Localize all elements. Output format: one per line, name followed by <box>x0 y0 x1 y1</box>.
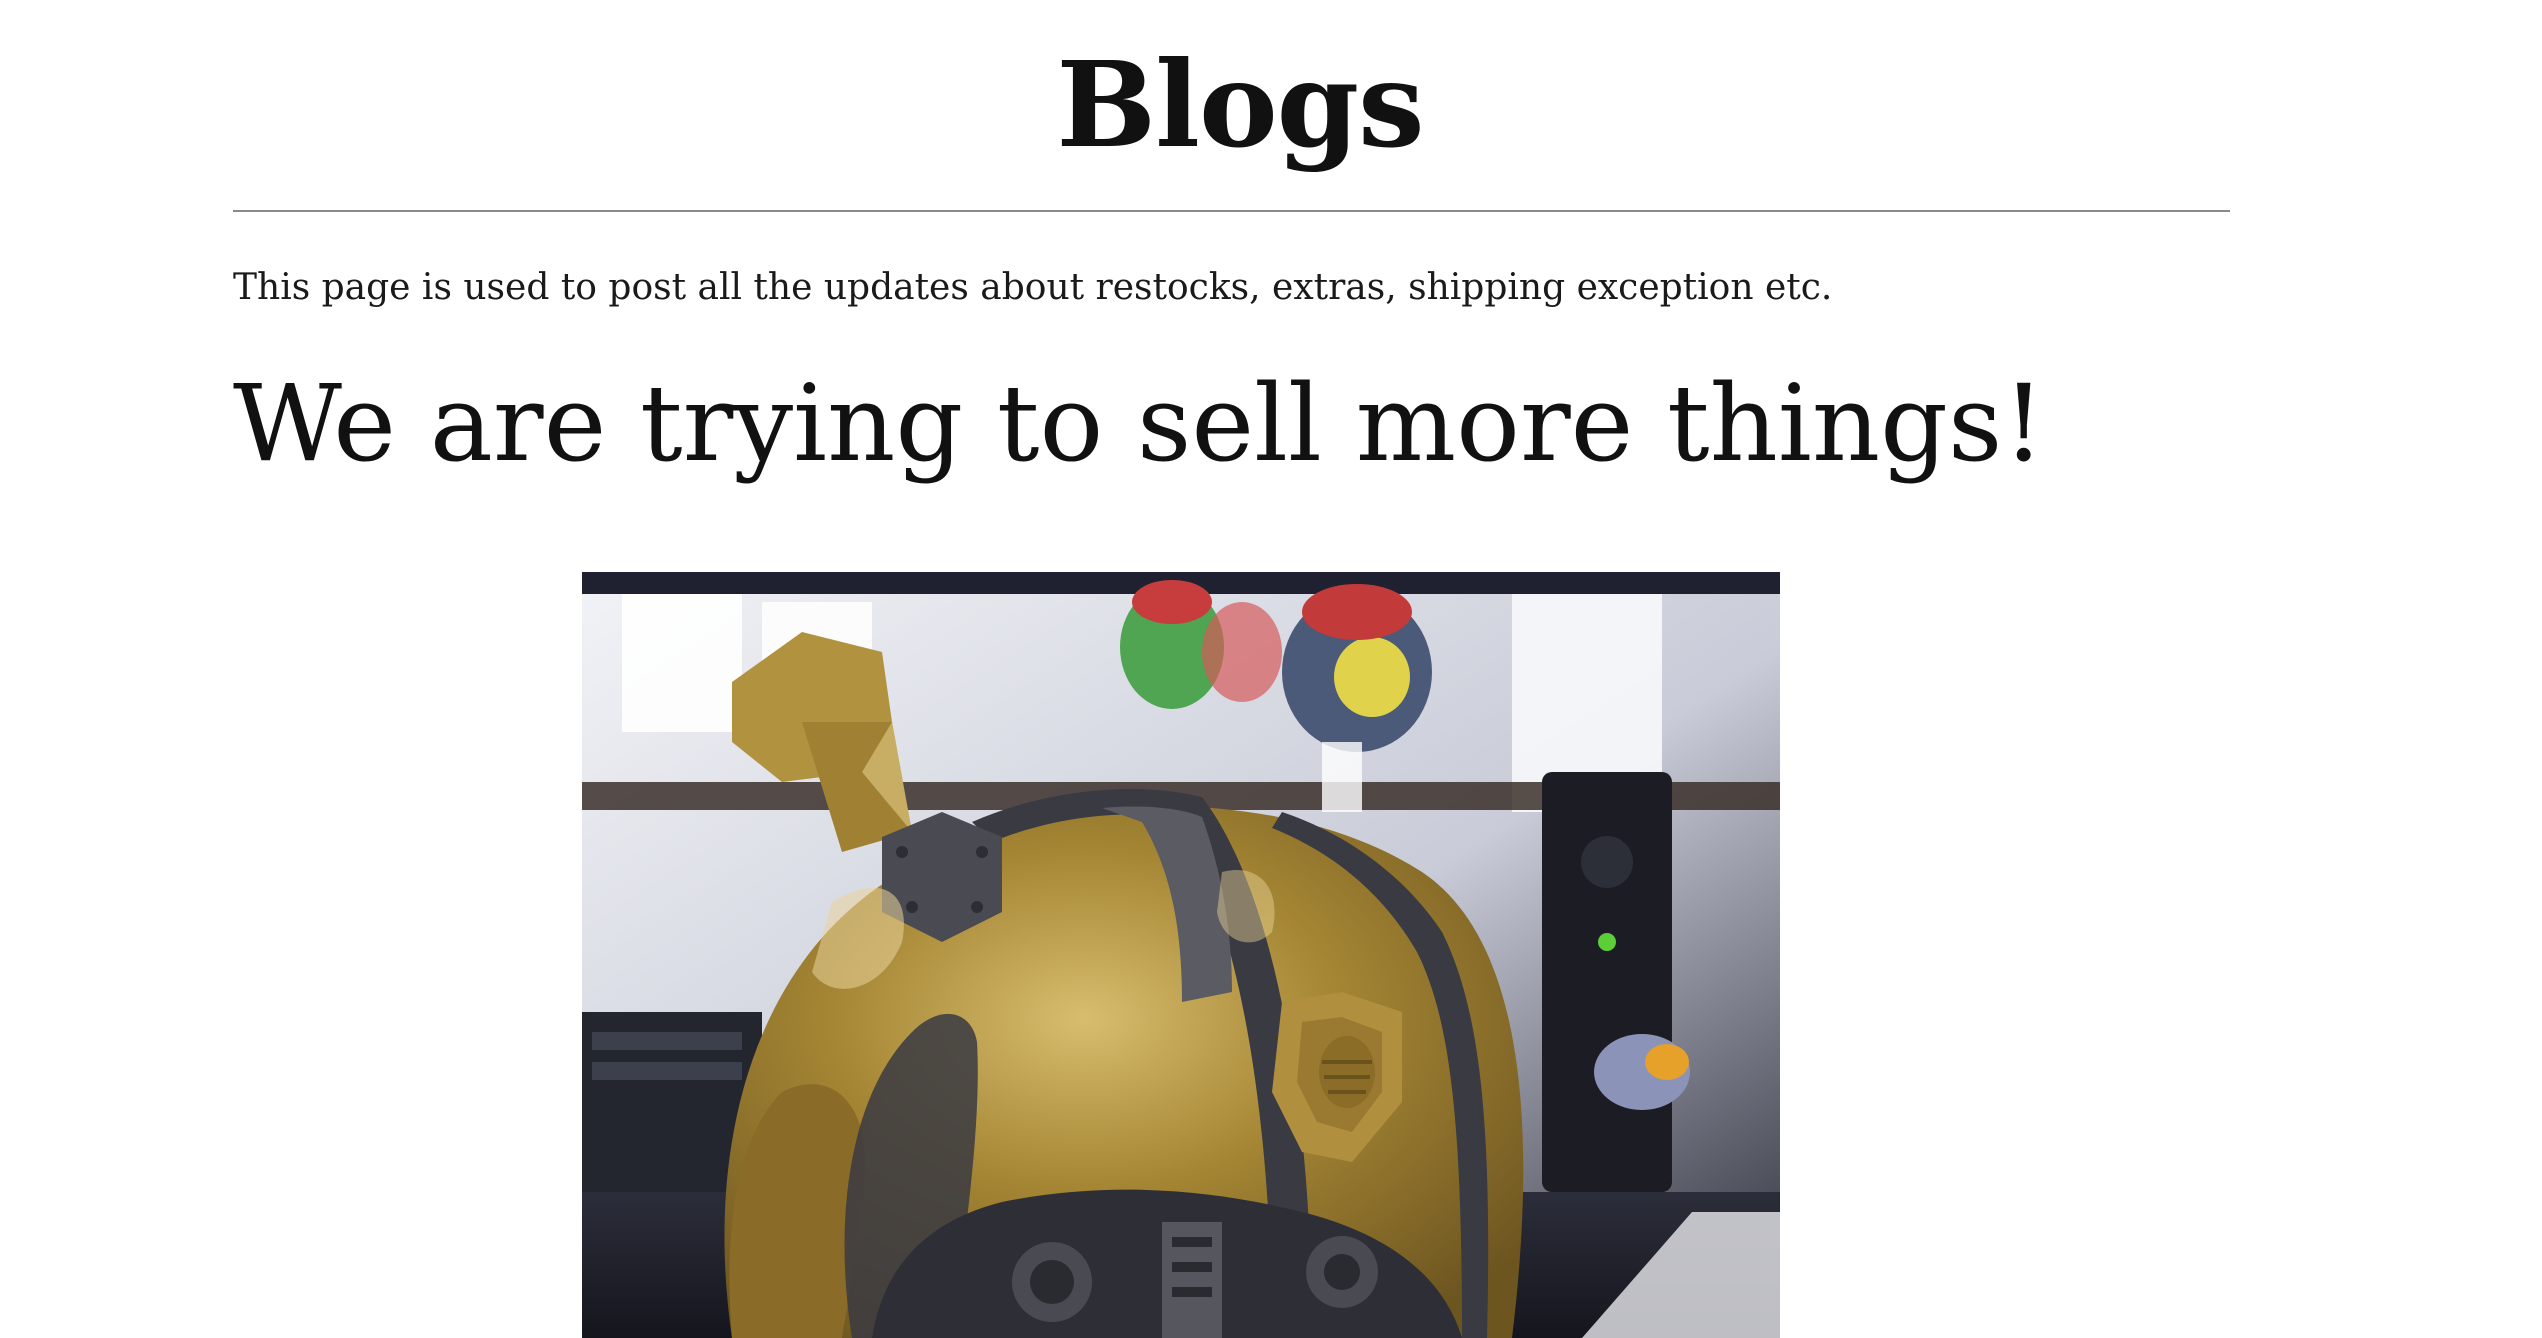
title-divider <box>233 210 2230 212</box>
page-intro: This page is used to post all the update… <box>233 267 1833 308</box>
post-heading: We are trying to sell more things! <box>233 362 2045 485</box>
page-title: Blogs <box>1056 35 1424 174</box>
post-image <box>582 572 1780 1338</box>
helmet-photo-illustration <box>582 572 1780 1338</box>
